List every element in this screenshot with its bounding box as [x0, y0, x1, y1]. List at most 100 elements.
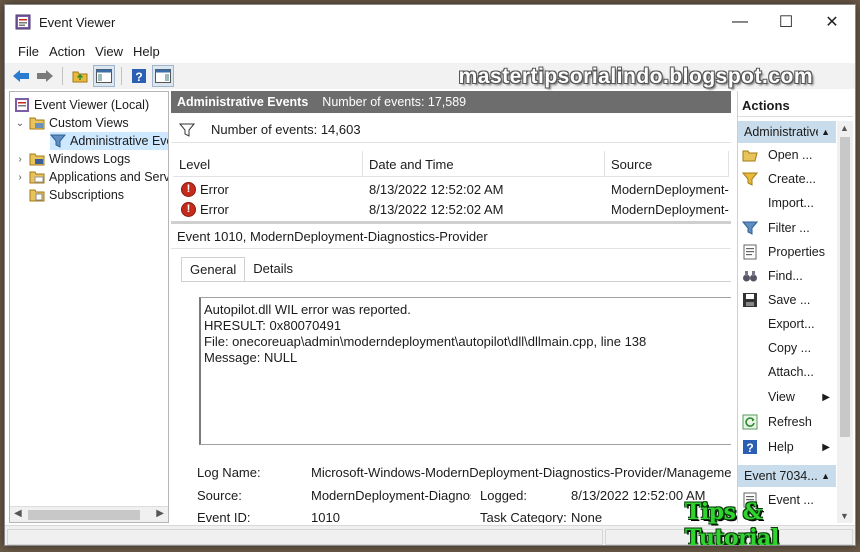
actions-section-event[interactable]: Event 7034... ▲	[738, 465, 836, 487]
action-help[interactable]: ? Help ▶	[738, 436, 836, 458]
help-icon: ?	[132, 69, 146, 84]
log-name-value: Microsoft-Windows-ModernDeployment-Diagn…	[311, 465, 731, 480]
action-label: Filter ...	[768, 221, 810, 235]
console-tree-icon	[96, 69, 112, 83]
column-header-level[interactable]: Level	[173, 151, 363, 177]
show-action-pane-button[interactable]	[152, 65, 174, 87]
filter-icon	[50, 134, 66, 148]
filter-bar: Number of events: 14,603	[171, 117, 731, 143]
source-cell: ModernDeployment-...	[611, 201, 729, 217]
svg-text:?: ?	[746, 441, 753, 455]
error-icon: !	[181, 181, 196, 197]
show-hide-tree-button[interactable]	[93, 65, 115, 87]
title-bar: Event Viewer — ☐ ✕	[5, 5, 855, 39]
blank-icon	[742, 316, 758, 332]
menu-bar: File Action View Help	[5, 39, 855, 63]
open-folder-icon	[742, 150, 758, 162]
task-category-label: Task Category:	[480, 510, 567, 523]
level-text: Error	[200, 201, 229, 217]
column-header-date-time[interactable]: Date and Time	[363, 151, 605, 177]
tree-label: Administrative Events	[70, 134, 168, 148]
close-button[interactable]: ✕	[809, 5, 855, 39]
tab-general[interactable]: General	[181, 257, 246, 281]
tree-item-custom-views[interactable]: ⌄ Custom Views	[14, 114, 129, 132]
pane-splitter[interactable]	[171, 221, 731, 224]
datetime-cell: 8/13/2022 12:52:02 AM	[369, 201, 504, 217]
back-arrow-icon	[13, 70, 29, 82]
blank-icon	[742, 340, 758, 356]
properties-icon	[743, 244, 757, 260]
action-import[interactable]: Import...	[738, 192, 836, 214]
tree-item-applications-services-logs[interactable]: › Applications and Services Logs	[14, 168, 169, 186]
chevron-down-icon[interactable]: ⌄	[14, 118, 26, 129]
menu-file[interactable]: File	[13, 44, 44, 59]
scroll-left-icon[interactable]: ◀	[14, 508, 22, 519]
toolbar-divider	[62, 67, 63, 85]
menu-view[interactable]: View	[90, 44, 128, 59]
event-message-box[interactable]: Autopilot.dll WIL error was reported. HR…	[199, 297, 731, 445]
window-title: Event Viewer	[39, 14, 116, 30]
help-toolbar-button[interactable]: ?	[128, 65, 150, 87]
column-header-source[interactable]: Source	[605, 151, 729, 177]
table-row[interactable]: ! Error 8/13/2022 12:52:02 AM ModernDepl…	[173, 199, 729, 219]
forward-arrow-icon	[37, 70, 53, 82]
action-filter[interactable]: Filter ...	[738, 217, 836, 239]
action-attach[interactable]: Attach...	[738, 361, 836, 383]
scroll-right-icon[interactable]: ▶	[156, 508, 164, 519]
forward-button[interactable]	[34, 65, 56, 87]
action-label: Import...	[768, 196, 814, 210]
action-find[interactable]: Find...	[738, 265, 836, 287]
toolbar-divider	[121, 67, 122, 85]
log-name-label: Log Name:	[197, 465, 261, 480]
action-label: View	[768, 390, 795, 404]
events-pane: Administrative Events Number of events: …	[171, 91, 731, 523]
refresh-icon	[742, 414, 758, 430]
tree-label: Custom Views	[49, 116, 129, 130]
watermark-text: mastertipsorialindo.blogspot.com	[458, 65, 813, 88]
datetime-cell: 8/13/2022 12:52:02 AM	[369, 181, 504, 197]
minimize-button[interactable]: —	[717, 5, 763, 39]
detail-tabs: General Details	[181, 257, 301, 281]
action-properties[interactable]: Properties	[738, 241, 836, 263]
chevron-right-icon[interactable]: ›	[14, 154, 26, 165]
scroll-up-icon[interactable]: ▲	[840, 123, 849, 133]
action-save[interactable]: Save ...	[738, 289, 836, 311]
scrollbar-thumb[interactable]	[28, 510, 140, 520]
filtered-count: Number of events: 14,603	[211, 122, 361, 137]
back-button[interactable]	[10, 65, 32, 87]
blank-icon	[742, 364, 758, 380]
source-value: ModernDeployment-Diagnostics	[311, 488, 471, 503]
source-label: Source:	[197, 488, 242, 503]
scrollbar-thumb[interactable]	[840, 137, 850, 437]
tab-divider	[181, 281, 731, 282]
action-copy[interactable]: Copy ...	[738, 337, 836, 359]
maximize-button[interactable]: ☐	[763, 5, 809, 39]
menu-action[interactable]: Action	[44, 44, 90, 59]
collapse-icon[interactable]: ▲	[821, 471, 830, 481]
tree-label: Event Viewer (Local)	[34, 98, 150, 112]
menu-help[interactable]: Help	[128, 44, 165, 59]
chevron-right-icon[interactable]: ›	[14, 172, 26, 183]
action-create[interactable]: Create...	[738, 168, 836, 190]
action-open[interactable]: Open ...	[738, 144, 836, 166]
tree-item-windows-logs[interactable]: › Windows Logs	[14, 150, 130, 168]
tree-label: Applications and Services Logs	[49, 170, 169, 184]
actions-section-administrative-events[interactable]: Administrative Events ▲	[738, 121, 836, 143]
table-row[interactable]: ! Error 8/13/2022 12:52:02 AM ModernDepl…	[173, 179, 729, 199]
message-line: HRESULT: 0x80070491	[204, 318, 342, 333]
action-export[interactable]: Export...	[738, 313, 836, 335]
console-tree: Event Viewer (Local) ⌄ Custom Views Admi…	[9, 91, 169, 523]
tree-item-event-viewer-local[interactable]: Event Viewer (Local)	[14, 96, 149, 114]
collapse-icon[interactable]: ▲	[821, 127, 830, 137]
action-view[interactable]: View ▶	[738, 386, 836, 408]
tree-item-administrative-events[interactable]: Administrative Events	[50, 132, 168, 150]
actions-vertical-scrollbar[interactable]: ▲ ▼	[837, 121, 853, 523]
message-line: Message: NULL	[204, 350, 298, 365]
event-id-value: 1010	[311, 510, 340, 523]
action-refresh[interactable]: Refresh	[738, 411, 836, 433]
up-folder-button[interactable]	[69, 65, 91, 87]
tree-horizontal-scrollbar[interactable]: ◀ ▶	[10, 506, 168, 522]
tree-label: Subscriptions	[49, 188, 125, 202]
tab-details[interactable]: Details	[245, 257, 301, 281]
tree-item-subscriptions[interactable]: Subscriptions	[29, 186, 124, 204]
